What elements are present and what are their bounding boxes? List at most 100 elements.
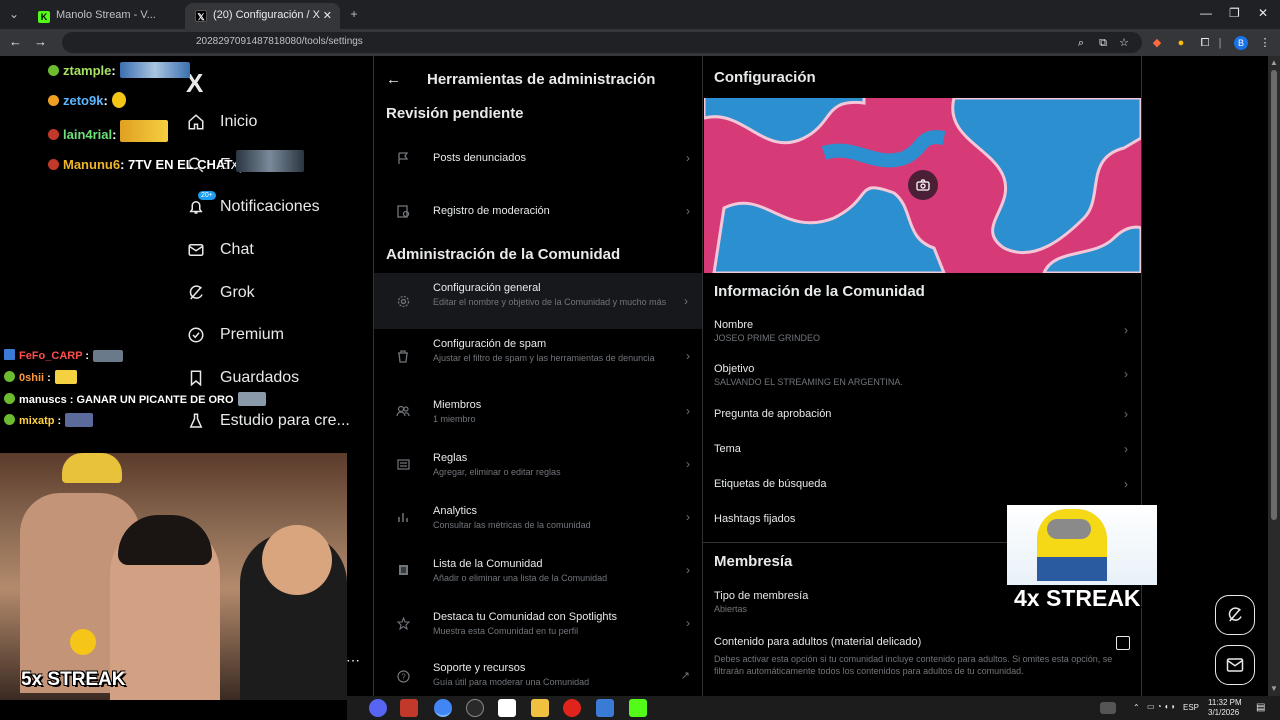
yellow-beanie xyxy=(62,453,122,483)
chrome-icon[interactable] xyxy=(434,699,452,717)
nav-guardados[interactable]: Guardados xyxy=(186,363,299,393)
address-bar[interactable]: 2028297091487818080/tools/settings xyxy=(62,32,1142,53)
chat-message: Manunu6: 7TV EN EL CHAT xyxy=(48,150,305,172)
row-registro-moderacion[interactable]: Registro de moderación › xyxy=(374,184,702,238)
tab-kick[interactable]: K Manolo Stream - V... xyxy=(28,3,183,29)
extension-icon[interactable]: ◆ xyxy=(1150,36,1164,50)
star-icon xyxy=(396,616,410,630)
nav-grok[interactable]: Grok xyxy=(186,278,255,308)
chat-username: FeFo_CARP xyxy=(19,350,83,362)
tray-icons[interactable]: ▭ ◔ ◖ ◗ xyxy=(1147,702,1176,711)
tab-search-button[interactable]: ⌄ xyxy=(4,5,24,23)
minimize-button[interactable]: — xyxy=(1200,6,1212,20)
zoom-icon[interactable]: ⌕ xyxy=(1074,36,1088,50)
windows-taskbar: ⌃ ▭ ◔ ◖ ◗ ESP 11:32 PM 3/1/2026 ▤ xyxy=(347,696,1280,720)
community-info-title: Información de la Comunidad xyxy=(714,283,925,300)
capcut-icon[interactable] xyxy=(498,699,516,717)
row-spotlights[interactable]: Destaca tu Comunidad con Spotlights Mues… xyxy=(374,596,702,650)
new-tab-button[interactable]: + xyxy=(344,5,364,23)
scroll-up-icon[interactable]: ▲ xyxy=(1270,58,1278,67)
row-reglas[interactable]: Reglas Agregar, eliminar o editar reglas… xyxy=(374,437,702,491)
row-label: Reglas xyxy=(433,452,468,464)
row-label: Tipo de membresía xyxy=(714,590,809,602)
chevron-right-icon: › xyxy=(686,616,690,630)
profile-avatar[interactable]: B xyxy=(1234,36,1248,50)
opera-icon[interactable] xyxy=(563,699,581,717)
kick-app-icon[interactable] xyxy=(629,699,647,717)
row-pregunta-aprobacion[interactable]: Pregunta de aprobación › xyxy=(703,398,1141,434)
tab-x-settings[interactable]: 𝕏 (20) Configuración / X ✕ xyxy=(185,3,340,29)
row-objetivo[interactable]: Objetivo SALVANDO EL STREAMING EN ARGENT… xyxy=(703,356,1141,392)
notification-center-icon[interactable]: ▤ xyxy=(1256,702,1265,713)
chat-badge-icon xyxy=(4,349,15,360)
chat-username: zeto9k xyxy=(63,93,104,108)
close-window-button[interactable]: ✕ xyxy=(1258,6,1268,20)
input-language[interactable]: ESP xyxy=(1183,703,1199,712)
nav-premium[interactable]: Premium xyxy=(186,320,284,350)
tray-chevron-icon[interactable]: ⌃ xyxy=(1133,703,1140,712)
row-posts-denunciados[interactable]: Posts denunciados › xyxy=(374,131,702,185)
emote-image xyxy=(54,370,77,384)
svg-text:?: ? xyxy=(401,672,406,681)
nav-premium-label: Premium xyxy=(220,326,285,343)
row-description: Añadir o eliminar una lista de la Comuni… xyxy=(433,573,608,583)
extensions-puzzle-icon[interactable]: ⧠ xyxy=(1198,36,1212,50)
flag-icon xyxy=(396,151,410,165)
install-app-icon[interactable]: ⧉ xyxy=(1096,36,1110,50)
nav-estudio[interactable]: Estudio para cre... xyxy=(186,406,350,436)
grok-fab-button[interactable] xyxy=(1215,595,1255,635)
camera-upload-button[interactable] xyxy=(908,170,938,200)
scroll-down-icon[interactable]: ▼ xyxy=(1270,684,1278,693)
browser-toolbar: ← → 2028297091487818080/tools/settings ⌕… xyxy=(0,29,1280,56)
chat-text: GANAR UN PICANTE DE ORO xyxy=(76,394,234,406)
section-community-admin: Administración de la Comunidad xyxy=(386,246,621,263)
bookmark-star-icon[interactable]: ☆ xyxy=(1117,36,1131,50)
obs-icon[interactable] xyxy=(466,699,484,717)
row-value: Abiertas xyxy=(714,604,748,614)
row-nombre[interactable]: Nombre JOSEO PRIME GRINDEO › xyxy=(703,312,1141,348)
rules-icon xyxy=(396,457,410,471)
chevron-right-icon: › xyxy=(1124,367,1128,381)
more-options-icon[interactable]: ⋯ xyxy=(346,652,360,669)
page-scrollbar[interactable]: ▲ ▼ xyxy=(1268,56,1280,696)
tab-close-icon[interactable]: ✕ xyxy=(323,9,332,22)
chat-username: ztample xyxy=(63,63,112,78)
clock-date[interactable]: 3/1/2026 xyxy=(1208,708,1239,717)
browser-menu-icon[interactable]: ⋮ xyxy=(1258,36,1272,50)
row-soporte-recursos[interactable]: ? Soporte y recursos Guía útil para mode… xyxy=(374,649,702,696)
file-explorer-icon[interactable] xyxy=(531,699,549,717)
chevron-right-icon: › xyxy=(686,457,690,471)
row-etiquetas-busqueda[interactable]: Etiquetas de búsqueda › xyxy=(703,468,1141,504)
row-miembros[interactable]: Miembros 1 miembro › xyxy=(374,384,702,438)
nav-chat-label: Chat xyxy=(220,241,254,258)
row-label: Configuración general xyxy=(433,282,541,294)
forward-arrow-icon[interactable]: → xyxy=(34,34,47,49)
adult-content-checkbox[interactable] xyxy=(1116,636,1130,650)
messages-fab-button[interactable] xyxy=(1215,645,1255,685)
back-arrow-icon[interactable]: ← xyxy=(9,34,22,49)
row-analytics[interactable]: Analytics Consultar las métricas de la c… xyxy=(374,490,702,544)
nav-chat[interactable]: Chat xyxy=(186,235,254,265)
row-tema[interactable]: Tema › xyxy=(703,433,1141,469)
scrollbar-thumb[interactable] xyxy=(1271,70,1277,520)
tray-app-icon[interactable] xyxy=(1100,702,1116,714)
tools-title: Herramientas de administración xyxy=(427,70,656,88)
row-lista-comunidad[interactable]: Lista de la Comunidad Añadir o eliminar … xyxy=(374,543,702,597)
row-label: Destaca tu Comunidad con Spotlights xyxy=(433,611,618,623)
community-banner[interactable] xyxy=(704,98,1141,273)
discord-icon[interactable] xyxy=(369,699,387,717)
chevron-right-icon: › xyxy=(686,151,690,165)
extension-2-icon[interactable]: ● xyxy=(1174,36,1188,50)
app-icon[interactable] xyxy=(400,699,418,717)
back-arrow-icon[interactable]: ← xyxy=(386,71,401,88)
row-label: Hashtags fijados xyxy=(714,513,796,525)
nav-inicio[interactable]: Inicio xyxy=(186,107,257,137)
maximize-button[interactable]: ❐ xyxy=(1229,6,1240,20)
notification-badge: 20+ xyxy=(198,191,216,200)
nav-notificaciones[interactable]: 20+ Notificaciones xyxy=(186,191,320,222)
row-description: Consultar las métricas de la comunidad xyxy=(433,520,591,530)
row-configuracion-general[interactable]: Configuración general Editar el nombre y… xyxy=(374,273,702,329)
app-2-icon[interactable] xyxy=(596,699,614,717)
clock-time[interactable]: 11:32 PM xyxy=(1208,698,1242,707)
row-configuracion-spam[interactable]: Configuración de spam Ajustar el filtro … xyxy=(374,329,702,383)
